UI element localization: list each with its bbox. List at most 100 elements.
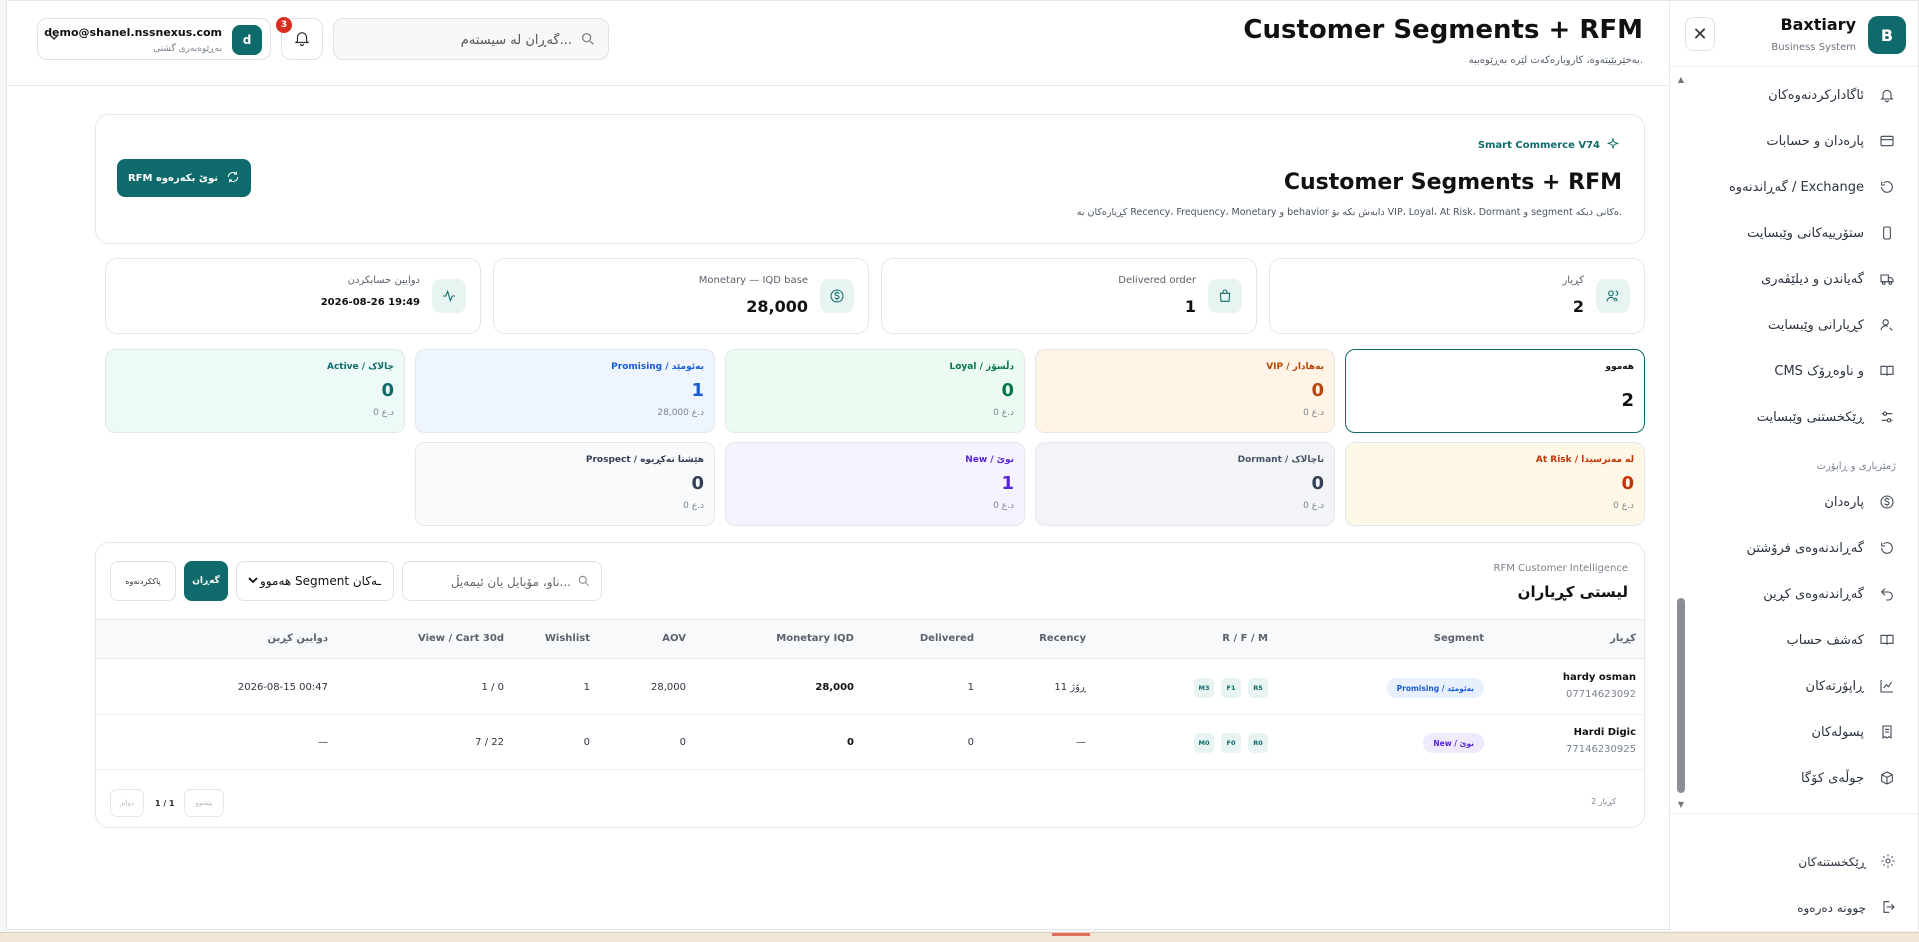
segment-name: Loyal / دڵسۆز [949,362,1014,372]
monetary-cell: 0 [847,737,854,748]
sidebar-item-payments-accounts[interactable]: پارەدان و حسابات [1669,121,1918,161]
stat-value: 1 [1184,297,1196,316]
close-icon: ✕ [1692,23,1708,45]
search-icon [577,574,591,591]
sidebar-item-reports[interactable]: ڕاپۆرتەکان [1669,666,1918,706]
recency-cell: — [1076,737,1086,748]
rfm-r-badge: R0 [1248,733,1268,753]
sidebar-item-payments[interactable]: پارەدان [1669,482,1918,522]
column-header[interactable]: کڕیار [1610,633,1636,644]
taskbar-indicator [1052,933,1090,936]
user-search-icon [1878,316,1896,334]
segment-card-dormant[interactable]: Dormant / ناچالاک 0 0 د.ع [1035,442,1335,526]
sidebar-item-label: گەیاندن و دیلێڤەری [1761,271,1864,287]
segment-count: 0 [1311,473,1324,494]
brand-subtitle: Business System [1771,42,1856,53]
sidebar-item-statement[interactable]: کەشف حساب [1669,620,1918,660]
brand-name: Baxtiary [1780,15,1856,34]
segment-name: Dormant / ناچالاک [1237,455,1324,465]
column-header[interactable]: View / Cart 30d [418,633,504,644]
next-page-button[interactable]: دواتر [110,789,144,817]
global-search-input[interactable] [352,29,572,51]
customer-name[interactable]: hardy osman [1563,672,1636,683]
sidebar-item-website-stories[interactable]: ستۆرییەکانی وێبسایت [1669,213,1918,253]
sidebar-item-delivery[interactable]: گەیاندن و دیلێڤەری [1669,259,1918,299]
column-header[interactable]: Wishlist [545,633,590,644]
sidebar-item-receipts[interactable]: پسولەکان [1669,712,1918,752]
customer-name[interactable]: Hardi Digic [1574,727,1636,738]
segment-card-promising[interactable]: Promising / بەئومێد 1 28,000 د.ع [415,349,715,433]
customer-search-input[interactable] [411,572,571,592]
stat-label: Delivered order [1118,275,1196,286]
hero-title: Customer Segments + RFM [1283,170,1622,195]
segment-card-vip[interactable]: VIP / بەهادار 0 0 د.ع [1035,349,1335,433]
table-row[interactable]: Hardi Digic 77146230925 New / نوێ R0 F0 … [96,715,1644,770]
dollar-icon [1878,493,1896,511]
stat-last-calculated: دوایین حسابکردن 2026-08-26 19:49 [105,258,481,334]
segment-name: New / نوێ [965,455,1014,465]
search-button[interactable]: گەڕان [184,561,228,601]
column-header[interactable]: Delivered [920,633,974,644]
sidebar-item-sales-returns[interactable]: گەڕاندنەوەی فرۆشتن [1669,528,1918,568]
customer-search [402,561,602,601]
table-row[interactable]: hardy osman 07714623092 Promising / بەئو… [96,660,1644,715]
segment-card-new[interactable]: New / نوێ 1 0 د.ع [725,442,1025,526]
notifications-button[interactable]: 3 [276,17,323,60]
prev-page-button[interactable]: پێشوو [184,789,224,817]
chevron-down-icon [48,31,60,46]
sidebar-item-website-settings[interactable]: ڕێکخستنی وێبسایت [1669,397,1918,437]
segment-card-all[interactable]: هەموو 2 [1345,349,1645,433]
receipt-icon [1878,723,1896,741]
sidebar-item-website-customers[interactable]: کڕیارانی وێبسایت [1669,305,1918,345]
view-cart-cell: 1 / 0 [481,682,504,693]
aov-cell: 0 [679,737,686,748]
column-header[interactable]: Recency [1039,633,1086,644]
segment-count: 2 [1621,390,1634,411]
delivered-cell: 1 [967,682,974,693]
hero-description: کڕیارەکان بە Recency، Frequency، Monetar… [1076,207,1622,218]
segment-name: Promising / بەئومێد [611,362,704,372]
sidebar-item-stock-movement[interactable]: جوڵەی کۆگا [1669,758,1918,798]
sidebar-item-cms[interactable]: CMS و ناوەڕۆک [1669,351,1918,391]
segment-name: VIP / بەهادار [1266,362,1324,372]
column-header[interactable]: Segment [1434,633,1484,644]
customer-phone: 77146230925 [1566,744,1636,755]
logout-icon [1880,899,1896,918]
column-header[interactable]: Monetary IQD [776,633,854,644]
customers-card: RFM Customer Intelligence لیستی کڕیاران … [95,542,1645,828]
column-header[interactable]: AOV [662,633,686,644]
segment-card-loyal[interactable]: Loyal / دڵسۆز 0 0 د.ع [725,349,1025,433]
dollar-icon [820,279,854,313]
book-icon [1878,362,1896,380]
segment-name: Prospect / هێشتا نەکڕیوە [585,455,704,465]
segment-select[interactable]: هەموو Segment ـەکان [236,561,394,601]
rebuild-rfm-button[interactable]: RFM نوێ بکەرەوە [117,159,251,197]
top-header: Customer Segments + RFM بەخێربێیتەوە، کا… [7,1,1671,86]
sidebar-item-purchase-returns[interactable]: گەڕاندنەوەی کڕین [1669,574,1918,614]
segment-count: 0 [1001,380,1014,401]
logout-link[interactable]: چوونە دەرەوە [1669,890,1918,926]
column-header[interactable]: دوایین کڕین [268,633,328,644]
sidebar-item-label: پارەدان و حسابات [1766,133,1864,149]
segment-card-prospect[interactable]: Prospect / هێشتا نەکڕیوە 0 0 د.ع [415,442,715,526]
user-role: بەڕێوەبەری گشتی [153,44,222,54]
clear-button[interactable]: پاککردنەوە [110,561,176,601]
wallet-icon [1878,132,1896,150]
column-header[interactable]: R / F / M [1222,633,1268,644]
users-icon [1596,279,1630,313]
logout-label: چوونە دەرەوە [1797,901,1866,915]
rebuild-rfm-label: RFM نوێ بکەرەوە [127,172,219,184]
segment-amount: 28,000 د.ع [657,408,704,418]
settings-link[interactable]: ڕێکخستنەکان [1669,844,1918,880]
sidebar-item-exchange[interactable]: گەڕاندنەوە / Exchange [1669,167,1918,207]
customer-count: 2 کڕیار [1591,797,1616,806]
book-icon [1878,631,1896,649]
segment-card-active[interactable]: Active / چالاک 0 0 د.ع [105,349,405,433]
segment-card-at-risk[interactable]: At Risk / لە مەترسیدا 0 0 د.ع [1345,442,1645,526]
user-menu[interactable]: d demo@shanel.nssnexus.com بەڕێوەبەری گش… [37,18,271,60]
sidebar-item-notifications[interactable]: ئاگادارکردنەوەکان [1669,75,1918,115]
last-purchase-cell: — [318,737,328,748]
customers-kicker: RFM Customer Intelligence [1493,563,1628,574]
rotate-icon [1878,539,1896,557]
close-sidebar-button[interactable]: ✕ [1685,17,1715,51]
